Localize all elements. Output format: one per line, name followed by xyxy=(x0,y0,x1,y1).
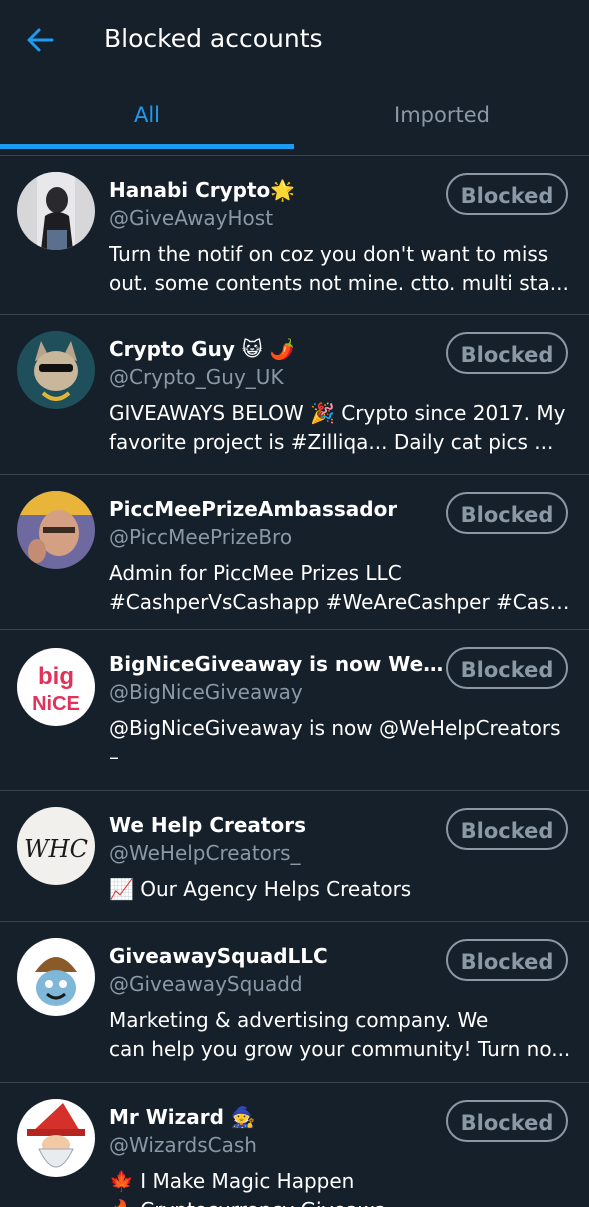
bio-line: out. some contents not mine. ctto. multi… xyxy=(109,271,569,295)
blocked-button[interactable]: Blocked xyxy=(446,492,568,534)
bio-line: Turn the notif on coz you don't want to … xyxy=(109,242,549,266)
blocked-button[interactable]: Blocked xyxy=(446,647,568,689)
list-item[interactable]: Crypto Guy 😺 🌶️ @Crypto_Guy_UK GIVEAWAYS… xyxy=(0,315,589,475)
list-item[interactable]: big NiCE BigNiceGiveaway is now WeHel...… xyxy=(0,630,589,791)
account-name: PiccMeePrizeAmbassador xyxy=(109,497,398,521)
svg-text:WHC: WHC xyxy=(24,835,88,863)
bio-line: 🍁 I Make Magic Happen xyxy=(109,1169,355,1193)
bio-line: @BigNiceGiveaway is now @WeHelpCreators xyxy=(109,716,561,740)
tab-all[interactable]: All xyxy=(0,84,294,150)
account-bio: GIVEAWAYS BELOW 🎉 Crypto since 2017. My … xyxy=(109,399,571,457)
account-name: Crypto Guy 😺 🌶️ xyxy=(109,337,295,361)
account-name: Hanabi Crypto🌟 xyxy=(109,178,296,202)
avatar[interactable] xyxy=(17,1099,95,1177)
list-item[interactable]: GiveawaySquadLLC @GiveawaySquadd Marketi… xyxy=(0,922,589,1083)
bio-line: can help you grow your community! Turn n… xyxy=(109,1037,571,1061)
account-bio: Marketing & advertising company. We can … xyxy=(109,1006,571,1064)
account-name: We Help Creators xyxy=(109,813,306,837)
svg-text:big: big xyxy=(38,663,74,690)
avatar[interactable]: WHC xyxy=(17,807,95,885)
bio-line: 📈 Our Agency Helps Creators xyxy=(109,877,412,901)
blocked-button[interactable]: Blocked xyxy=(446,332,568,374)
account-bio: @BigNiceGiveaway is now @WeHelpCreators … xyxy=(109,714,571,772)
bio-line: #CashperVsCashapp #WeAreCashper #Cash... xyxy=(109,590,571,614)
active-tab-indicator xyxy=(0,144,294,149)
account-handle: @BigNiceGiveaway xyxy=(109,680,303,704)
account-name: GiveawaySquadLLC xyxy=(109,944,328,968)
account-bio: Turn the notif on coz you don't want to … xyxy=(109,240,571,298)
blocked-accounts-list: Hanabi Crypto🌟 @GiveAwayHost Turn the no… xyxy=(0,156,589,1207)
account-name: Mr Wizard 🧙 xyxy=(109,1105,256,1129)
account-handle: @Crypto_Guy_UK xyxy=(109,365,284,389)
avatar[interactable] xyxy=(17,172,95,250)
blocked-button[interactable]: Blocked xyxy=(446,173,568,215)
list-item[interactable]: Mr Wizard 🧙 @WizardsCash 🍁 I Make Magic … xyxy=(0,1083,589,1207)
tab-bar: All Imported xyxy=(0,84,589,150)
bio-line: Admin for PiccMee Prizes LLC xyxy=(109,561,402,585)
account-handle: @GiveawaySquadd xyxy=(109,972,303,996)
account-handle: @WeHelpCreators_ xyxy=(109,841,301,865)
account-bio: Admin for PiccMee Prizes LLC #CashperVsC… xyxy=(109,559,571,617)
account-bio: 📈 Our Agency Helps Creators xyxy=(109,875,571,904)
blocked-button[interactable]: Blocked xyxy=(446,808,568,850)
back-arrow-icon[interactable] xyxy=(22,22,58,58)
account-name: BigNiceGiveaway is now WeHel... xyxy=(109,652,444,676)
avatar[interactable] xyxy=(17,938,95,1016)
page-title: Blocked accounts xyxy=(104,24,323,53)
bio-line: GIVEAWAYS BELOW 🎉 Crypto since 2017. My xyxy=(109,401,566,425)
list-item[interactable]: PiccMeePrizeAmbassador @PiccMeePrizeBro … xyxy=(0,475,589,630)
account-handle: @GiveAwayHost xyxy=(109,206,274,230)
bio-line: favorite project is #Zilliqa... Daily ca… xyxy=(109,430,554,454)
account-handle: @PiccMeePrizeBro xyxy=(109,525,293,549)
tab-imported[interactable]: Imported xyxy=(295,84,589,150)
account-handle: @WizardsCash xyxy=(109,1133,257,1157)
top-app-bar: Blocked accounts xyxy=(0,0,589,84)
svg-text:NiCE: NiCE xyxy=(32,693,80,715)
account-bio: 🍁 I Make Magic Happen 🔥 Cryptocurrency G… xyxy=(109,1167,571,1207)
bio-line: 🔥 Cryptocurrency Giveawa... xyxy=(109,1196,571,1207)
avatar[interactable] xyxy=(17,331,95,409)
avatar[interactable] xyxy=(17,491,95,569)
bio-line: Marketing & advertising company. We xyxy=(109,1008,489,1032)
blocked-button[interactable]: Blocked xyxy=(446,1100,568,1142)
avatar[interactable]: big NiCE xyxy=(17,648,95,726)
list-item[interactable]: WHC We Help Creators @WeHelpCreators_ 📈 … xyxy=(0,791,589,922)
blocked-button[interactable]: Blocked xyxy=(446,939,568,981)
bio-line: – xyxy=(109,745,119,769)
list-item[interactable]: Hanabi Crypto🌟 @GiveAwayHost Turn the no… xyxy=(0,156,589,315)
